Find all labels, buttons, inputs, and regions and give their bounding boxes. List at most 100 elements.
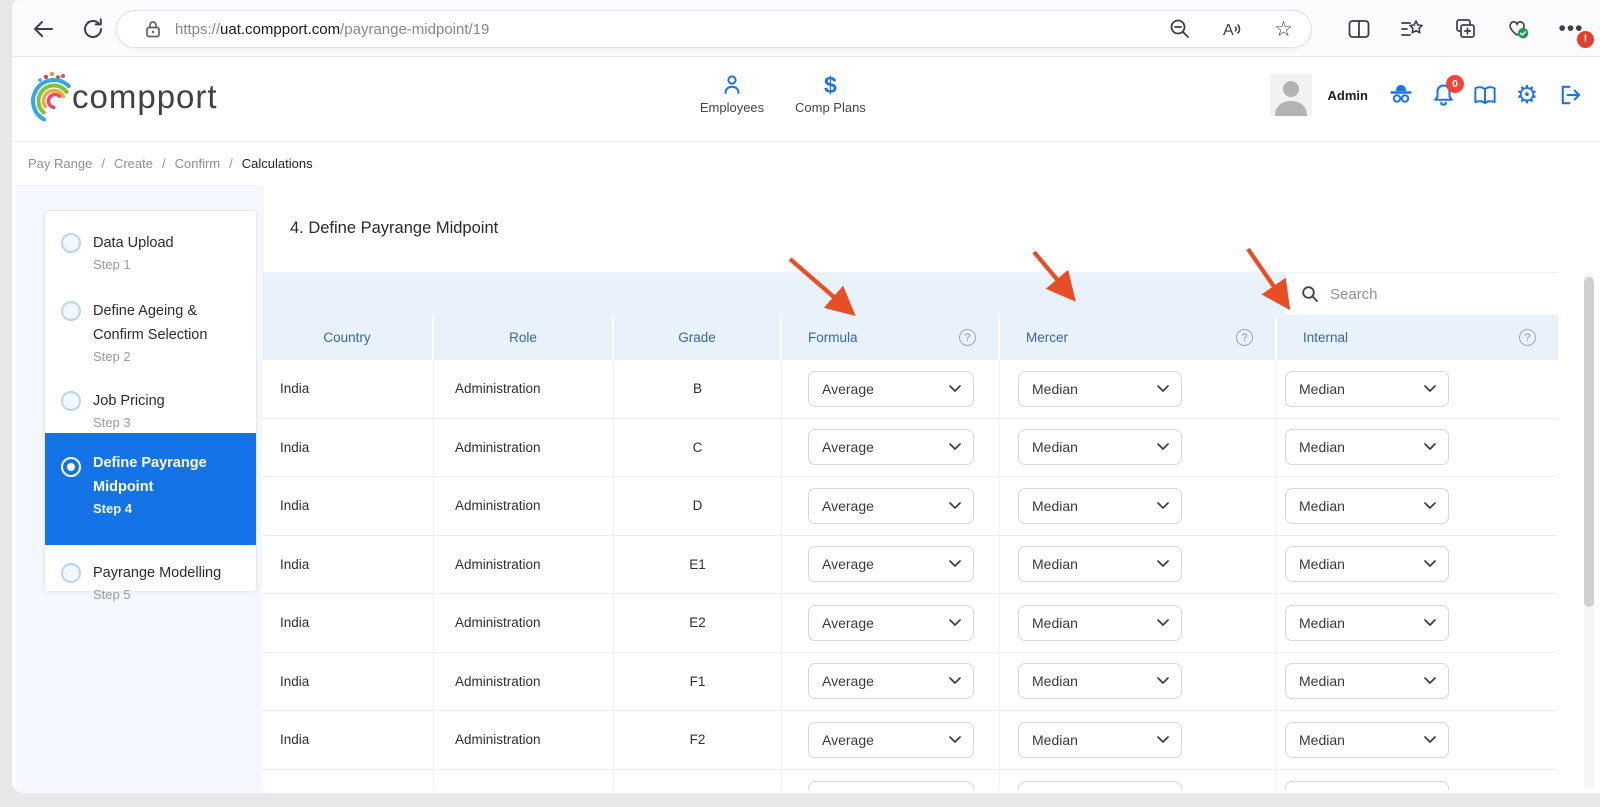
settings-button[interactable]: ⚙ — [1514, 82, 1540, 108]
select-value: Median — [1032, 380, 1078, 397]
mercer-select[interactable]: Median — [1018, 429, 1182, 466]
browser-essentials-icon — [1509, 21, 1529, 39]
guide-button[interactable] — [1472, 82, 1498, 108]
page-content: Data Upload Step 1 Define Ageing & Confi… — [12, 185, 1600, 793]
notifications-button[interactable]: 0 — [1430, 75, 1464, 108]
stepper-sidebar: Data Upload Step 1 Define Ageing & Confi… — [16, 185, 264, 793]
mercer-select[interactable]: Median — [1018, 604, 1182, 641]
column-header-role[interactable]: Role — [434, 315, 614, 360]
collections-icon — [1456, 18, 1475, 38]
chevron-down-icon — [1157, 384, 1169, 392]
breadcrumb-pay-range[interactable]: Pay Range — [28, 156, 92, 171]
step-payrange-modelling[interactable]: Payrange Modelling Step 5 — [45, 561, 256, 602]
address-bar[interactable]: https://uat.compport.com/payrange-midpoi… — [116, 10, 1312, 48]
mercer-select[interactable]: Median — [1018, 546, 1182, 583]
internal-select[interactable]: Median — [1285, 487, 1449, 524]
chevron-down-icon — [1424, 443, 1436, 451]
favorites-bar-button[interactable] — [1399, 16, 1425, 42]
cell-country: India — [262, 360, 434, 418]
step-define-ageing[interactable]: Define Ageing & Confirm Selection Step 2 — [45, 299, 256, 364]
formula-select[interactable]: Average — [808, 604, 974, 641]
column-header-formula[interactable]: Formula? — [782, 315, 1000, 360]
cell-mercer: Median — [1000, 535, 1277, 593]
main-nav: Employees $ Comp Plans — [697, 73, 866, 115]
logout-button[interactable] — [1556, 82, 1582, 108]
split-screen-button[interactable] — [1346, 16, 1372, 42]
column-header-internal[interactable]: Internal? — [1277, 315, 1558, 360]
username-label: Admin — [1327, 87, 1368, 103]
browser-essentials-button[interactable] — [1505, 16, 1531, 42]
column-label: Internal — [1303, 330, 1349, 345]
step-subtitle: Step 4 — [93, 501, 133, 516]
column-header-grade[interactable]: Grade — [614, 315, 782, 360]
cell-country: India — [262, 418, 434, 476]
internal-select[interactable]: Median — [1285, 604, 1449, 641]
cell-internal: Median — [1277, 360, 1558, 418]
avatar[interactable] — [1269, 74, 1312, 116]
column-header-country[interactable]: Country — [262, 315, 434, 360]
breadcrumb-create[interactable]: Create — [114, 156, 153, 171]
internal-select[interactable]: Median — [1285, 370, 1449, 407]
formula-select[interactable]: Average — [808, 663, 974, 700]
select-value: Average — [822, 439, 874, 456]
step-title: Job Pricing — [93, 393, 165, 409]
step-title: Define Payrange Midpoint — [93, 455, 207, 495]
cell-internal: Median — [1277, 536, 1558, 594]
nav-comp-plans[interactable]: $ Comp Plans — [795, 73, 866, 115]
compport-logo[interactable]: compport — [26, 68, 218, 126]
cell-role: Administration — [434, 711, 614, 769]
formula-select[interactable] — [808, 780, 974, 790]
scrollbar-thumb[interactable] — [1584, 277, 1594, 607]
back-button[interactable] — [28, 14, 58, 44]
browser-menu-button[interactable]: ••• ! — [1558, 16, 1594, 48]
select-value: Median — [1299, 731, 1345, 748]
user-area: Admin 0 ⚙ — [1269, 74, 1582, 116]
formula-select[interactable]: Average — [808, 429, 974, 466]
step-data-upload[interactable]: Data Upload Step 1 — [45, 231, 256, 272]
formula-select[interactable]: Average — [808, 721, 974, 758]
cell-grade: B — [614, 360, 782, 418]
mercer-select[interactable]: Median — [1018, 663, 1182, 700]
refresh-button[interactable] — [78, 14, 108, 44]
mercer-select[interactable]: Median — [1018, 370, 1182, 407]
read-aloud-button[interactable]: A — [1220, 17, 1246, 41]
formula-select[interactable]: Average — [808, 370, 974, 407]
help-icon[interactable]: ? — [1236, 329, 1253, 346]
cell-internal — [1277, 770, 1558, 790]
mercer-select[interactable] — [1018, 780, 1182, 790]
cell-internal: Median — [1277, 653, 1558, 711]
mercer-select[interactable]: Median — [1018, 721, 1182, 758]
refresh-icon — [84, 18, 102, 38]
chevron-down-icon — [949, 677, 961, 685]
search-input[interactable] — [1330, 285, 1530, 303]
favorite-star-button[interactable]: ☆ — [1274, 19, 1293, 40]
internal-select[interactable]: Median — [1285, 721, 1449, 758]
read-aloud-icon: A — [1223, 22, 1241, 39]
page-title: 4. Define Payrange Midpoint — [290, 219, 499, 237]
internal-select[interactable]: Median — [1285, 663, 1449, 700]
formula-select[interactable]: Average — [808, 487, 974, 524]
collections-button[interactable] — [1452, 16, 1478, 42]
help-icon[interactable]: ? — [1519, 329, 1536, 346]
proxy-access-button[interactable] — [1388, 82, 1414, 108]
internal-select[interactable]: Median — [1285, 429, 1449, 466]
table-search — [1285, 273, 1558, 315]
mercer-select[interactable]: Median — [1018, 487, 1182, 524]
step-job-pricing[interactable]: Job Pricing Step 3 — [45, 389, 256, 430]
step-define-payrange-midpoint[interactable]: Define Payrange Midpoint Step 4 — [45, 433, 256, 545]
table-row: India Administration B Average Median Me… — [262, 360, 1558, 419]
nav-employees[interactable]: Employees — [697, 73, 767, 115]
internal-select[interactable]: Median — [1285, 546, 1449, 583]
column-header-mercer[interactable]: Mercer? — [1000, 315, 1277, 360]
help-icon[interactable]: ? — [959, 329, 976, 346]
formula-select[interactable]: Average — [808, 546, 974, 583]
breadcrumb-confirm[interactable]: Confirm — [175, 156, 221, 171]
cell-formula: Average — [782, 652, 1000, 710]
breadcrumb: Pay Range / Create / Confirm / Calculati… — [12, 141, 1600, 185]
split-screen-icon — [1348, 19, 1370, 38]
chevron-down-icon — [1157, 677, 1169, 685]
cell-role: Administration — [434, 535, 614, 593]
internal-select[interactable] — [1285, 780, 1449, 790]
zoom-out-button[interactable] — [1168, 17, 1192, 41]
midpoint-table: Country Role Grade Formula? Mercer? Inte… — [262, 272, 1558, 790]
